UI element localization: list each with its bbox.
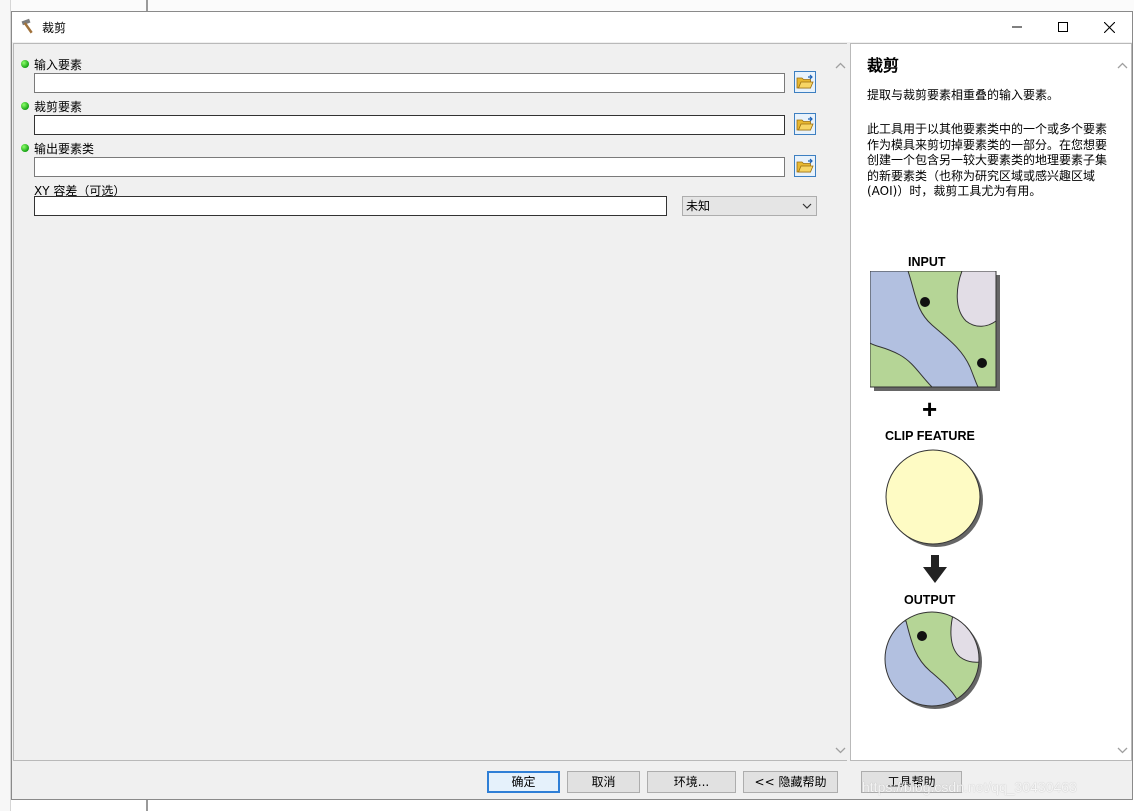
close-button[interactable] [1086,12,1132,42]
hide-help-button[interactable]: << 隐藏帮助 [743,771,838,793]
background-window-top [11,0,1134,11]
folder-open-icon [796,158,814,173]
help-summary: 提取与裁剪要素相重叠的输入要素。 [867,88,1060,102]
environments-button[interactable]: 环境... [647,771,736,793]
help-description: 此工具用于以其他要素类中的一个或多个要素作为模具来剪切掉要素类的一部分。在您想要… [867,122,1108,198]
output-map-illustration [884,611,982,709]
output-feature-class-field[interactable] [34,157,785,177]
chevron-down-icon[interactable] [834,744,847,756]
input-map-illustration [870,271,1000,391]
parameters-pane: 输入要素 裁剪要素 输出要素类 XY 容差（可选） 未知 [13,43,849,761]
folder-open-icon [796,74,814,89]
clip-features-browse-button[interactable] [794,113,816,135]
chevron-up-icon[interactable] [1116,60,1129,72]
help-title: 裁剪 [867,56,900,75]
xy-tolerance-field[interactable] [34,196,667,216]
title-bar[interactable]: 裁剪 [12,12,1132,42]
maximize-icon [1058,22,1068,32]
close-icon [1103,21,1115,33]
required-indicator-icon [21,144,29,152]
diagram-plus-sign: + [922,394,938,424]
help-scrollbar[interactable] [1114,44,1131,760]
input-features-browse-button[interactable] [794,71,816,93]
input-features-label: 输入要素 [34,58,83,72]
background-divider-bottom [146,800,148,811]
maximize-button[interactable] [1040,12,1086,42]
minimize-button[interactable] [994,12,1040,42]
hammer-icon [21,18,33,34]
required-indicator-icon [21,102,29,110]
help-pane: 裁剪 提取与裁剪要素相重叠的输入要素。 此工具用于以其他要素类中的一个或多个要素… [850,43,1132,761]
ok-button[interactable]: 确定 [487,771,560,793]
clip-feature-illustration [885,449,983,547]
input-features-field[interactable] [34,73,785,93]
cancel-button[interactable]: 取消 [567,771,640,793]
minimize-icon [1012,26,1022,28]
xy-tolerance-unit-select[interactable]: 未知 [682,196,817,216]
chevron-down-icon[interactable] [1116,744,1129,756]
clip-features-label: 裁剪要素 [34,100,83,114]
diagram-input-label: INPUT [908,255,946,269]
window-title: 裁剪 [42,21,67,35]
arrow-down-icon [923,555,947,583]
output-feature-class-label: 输出要素类 [34,142,95,156]
background-window-edge [0,0,11,811]
required-indicator-icon [21,60,29,68]
clip-features-field[interactable] [34,115,785,135]
clip-tool-dialog: 裁剪 输入要素 裁剪要素 输出要素类 XY 容差（可选） 未知 裁剪 提取与裁剪… [11,11,1133,800]
xy-tolerance-unit-value: 未知 [686,199,711,213]
diagram-clip-label: CLIP FEATURE [885,429,975,443]
output-feature-class-browse-button[interactable] [794,155,816,177]
chevron-down-icon [802,203,812,209]
watermark-text: https://blog.csdn.net/qq_30430463 [862,779,1077,795]
folder-open-icon [796,116,814,131]
chevron-up-icon[interactable] [834,60,847,72]
diagram-output-label: OUTPUT [904,593,956,607]
background-divider [146,0,148,11]
